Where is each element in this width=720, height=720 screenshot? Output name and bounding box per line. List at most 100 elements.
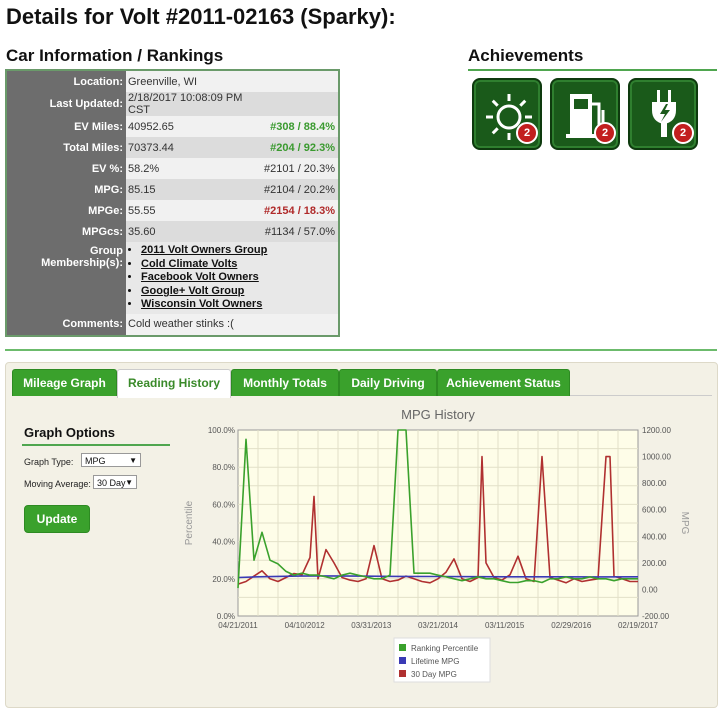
graph-type-value: MPG (85, 456, 106, 466)
legend-label: Ranking Percentile (411, 644, 479, 653)
x-tick-label: 04/10/2012 (285, 621, 326, 630)
y-tick-label: 0.0% (217, 612, 235, 621)
info-label: EV Miles: (7, 116, 126, 137)
comments-value: Cold weather stinks :( (126, 313, 338, 335)
info-value: 85.15 (126, 179, 265, 200)
group-membership-row: Group Membership(s):2011 Volt Owners Gro… (7, 242, 338, 314)
tab-achievement-status[interactable]: Achievement Status (437, 369, 570, 396)
achievement-badge[interactable]: 2 (472, 78, 542, 150)
legend-swatch (399, 670, 406, 677)
y-tick-label: 20.0% (212, 575, 235, 584)
info-row: MPGe: 55.55 #2154 / 18.3% (7, 200, 338, 221)
achievement-badge[interactable]: 2 (628, 78, 698, 150)
info-label: MPG: (7, 179, 126, 200)
group-link[interactable]: 2011 Volt Owners Group (141, 244, 338, 258)
info-value: 35.60 (126, 221, 265, 242)
info-label: Last Updated: (7, 92, 126, 116)
section-divider (5, 349, 717, 351)
car-info-table: Location: Greenville, WI Last Updated: 2/18… (5, 69, 340, 337)
group-link[interactable]: Wisconsin Volt Owners (141, 298, 338, 312)
mpg-history-chart: MPG History 0.0% 20.0% 40.0% 60.0% 80.0% 100.0… (184, 407, 690, 683)
info-rank: #204 / 92.3% (264, 137, 338, 158)
achievement-count: 2 (672, 122, 694, 144)
comments-label: Comments: (7, 313, 126, 335)
chevron-down-icon: ▼ (125, 478, 133, 487)
comments-row: Comments: Cold weather stinks :( (7, 313, 338, 335)
info-row: Last Updated: 2/18/2017 10:08:09 PM CST (7, 92, 338, 116)
update-button[interactable]: Update (24, 505, 90, 533)
y-tick-label: 100.0% (208, 426, 235, 435)
legend-label: Lifetime MPG (411, 657, 459, 666)
achievement-count: 2 (594, 122, 616, 144)
info-label: MPGcs: (7, 221, 126, 242)
info-rank: #308 / 88.4% (264, 116, 338, 137)
info-value: 55.55 (126, 200, 265, 221)
graph-options-divider (22, 444, 170, 446)
x-tick-label: 04/21/2011 (218, 621, 258, 630)
y2-tick-label: 1000.00 (642, 453, 671, 462)
info-rank (264, 71, 338, 92)
info-row: Location: Greenville, WI (7, 71, 338, 92)
info-value: 70373.44 (126, 137, 265, 158)
info-value: 58.2% (126, 158, 265, 179)
info-rank (264, 92, 338, 116)
car-info-heading: Car Information / Rankings (6, 46, 224, 65)
y2-tick-label: 1200.00 (642, 426, 671, 435)
info-row: Total Miles: 70373.44 #204 / 92.3% (7, 137, 338, 158)
info-value: 40952.65 (126, 116, 265, 137)
info-label: MPGe: (7, 200, 126, 221)
chart-title: MPG History (401, 407, 475, 422)
graph-type-select[interactable]: MPG ▼ (81, 453, 141, 467)
x-tick-label: 02/29/2016 (551, 621, 592, 630)
y2-tick-label: 600.00 (642, 506, 667, 515)
info-rank: #2154 / 18.3% (264, 200, 338, 221)
info-label: Total Miles: (7, 137, 126, 158)
info-value: 2/18/2017 10:08:09 PM CST (126, 92, 265, 116)
moving-average-select[interactable]: 30 Day ▼ (93, 475, 137, 489)
group-link[interactable]: Facebook Volt Owners (141, 271, 338, 285)
graph-type-label: Graph Type: (24, 457, 74, 467)
y2-tick-label: -200.00 (642, 612, 670, 621)
y2-axis-label: MPG (679, 512, 690, 535)
chevron-down-icon: ▼ (129, 456, 137, 465)
y2-tick-label: 0.00 (642, 585, 658, 594)
info-label: EV %: (7, 158, 126, 179)
achievement-badge[interactable]: 2 (550, 78, 620, 150)
info-row: MPGcs: 35.60 #1134 / 57.0% (7, 221, 338, 242)
achievements-divider (468, 69, 717, 71)
y2-tick-label: 200.00 (642, 559, 667, 568)
info-label: Location: (7, 71, 126, 92)
y-axis-label: Percentile (184, 500, 195, 545)
tab-reading-history[interactable]: Reading History (117, 369, 231, 398)
page-title: Details for Volt #2011-02163 (Sparky): (6, 4, 396, 29)
tab-daily-driving[interactable]: Daily Driving (339, 369, 437, 396)
info-rank: #1134 / 57.0% (264, 221, 338, 242)
tab-mileage-graph[interactable]: Mileage Graph (12, 369, 117, 396)
x-tick-label: 03/11/2015 (485, 621, 525, 630)
group-link[interactable]: Google+ Volt Group (141, 285, 338, 299)
info-value: Greenville, WI (126, 71, 265, 92)
moving-average-label: Moving Average: (24, 479, 91, 489)
legend-swatch (399, 657, 406, 664)
info-rank: #2101 / 20.3% (264, 158, 338, 179)
achievements-heading: Achievements (468, 46, 584, 65)
info-row: EV Miles: 40952.65 #308 / 88.4% (7, 116, 338, 137)
achievement-count: 2 (516, 122, 538, 144)
group-list: 2011 Volt Owners GroupCold Climate Volts… (128, 242, 338, 314)
info-row: EV %: 58.2% #2101 / 20.3% (7, 158, 338, 179)
y2-tick-label: 800.00 (642, 479, 667, 488)
group-membership-label: Group Membership(s): (7, 242, 126, 314)
x-tick-label: 02/19/2017 (618, 621, 659, 630)
y-tick-label: 80.0% (212, 463, 235, 472)
tab-monthly-totals[interactable]: Monthly Totals (231, 369, 339, 396)
graph-options-title: Graph Options (24, 425, 115, 440)
x-tick-label: 03/31/2013 (351, 621, 392, 630)
y2-tick-label: 400.00 (642, 532, 667, 541)
x-tick-label: 03/21/2014 (418, 621, 459, 630)
info-row: MPG: 85.15 #2104 / 20.2% (7, 179, 338, 200)
legend-label: 30 Day MPG (411, 670, 457, 679)
info-rank: #2104 / 20.2% (264, 179, 338, 200)
group-link[interactable]: Cold Climate Volts (141, 258, 338, 272)
moving-average-value: 30 Day (97, 478, 126, 488)
y-tick-label: 60.0% (212, 500, 235, 509)
